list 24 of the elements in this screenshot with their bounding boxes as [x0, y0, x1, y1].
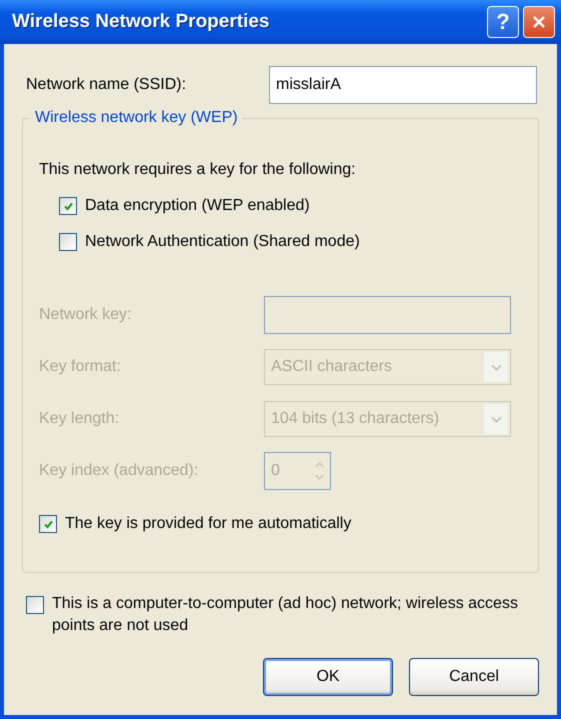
- checkbox[interactable]: [39, 515, 57, 533]
- help-button[interactable]: ?: [487, 6, 519, 38]
- ssid-field[interactable]: misslairA: [269, 66, 537, 104]
- chevron-down-icon: [490, 416, 502, 422]
- checkbox-label: This is a computer-to-computer (ad hoc) network; wireless access points are not used: [52, 594, 519, 636]
- field-label: Network key:: [39, 306, 132, 324]
- intro-text: This network requires a key for the following:: [39, 161, 357, 179]
- field-label: Key format:: [39, 358, 122, 376]
- close-icon: [531, 14, 547, 30]
- checkbox[interactable]: [59, 197, 77, 215]
- checkbox-label: Network Authentication (Shared mode): [85, 233, 360, 251]
- chevron-down-icon: [490, 364, 502, 370]
- checkbox-label: Data encryption (WEP enabled): [85, 197, 310, 215]
- checkbox-label: The key is provided for me automatically: [65, 515, 352, 533]
- dialog-button[interactable]: Cancel: [409, 658, 539, 696]
- group-legend: Wireless network key (WEP): [31, 109, 242, 127]
- close-button[interactable]: [523, 6, 555, 38]
- checkbox[interactable]: [26, 596, 44, 614]
- field-label: Key index (advanced):: [39, 462, 200, 480]
- field-label: Network name (SSID):: [26, 76, 188, 94]
- dialog-button[interactable]: OK: [263, 658, 393, 696]
- field-label: Key length:: [39, 410, 120, 428]
- window-title: Wireless Network Properties: [12, 11, 270, 33]
- checkbox[interactable]: [59, 233, 77, 251]
